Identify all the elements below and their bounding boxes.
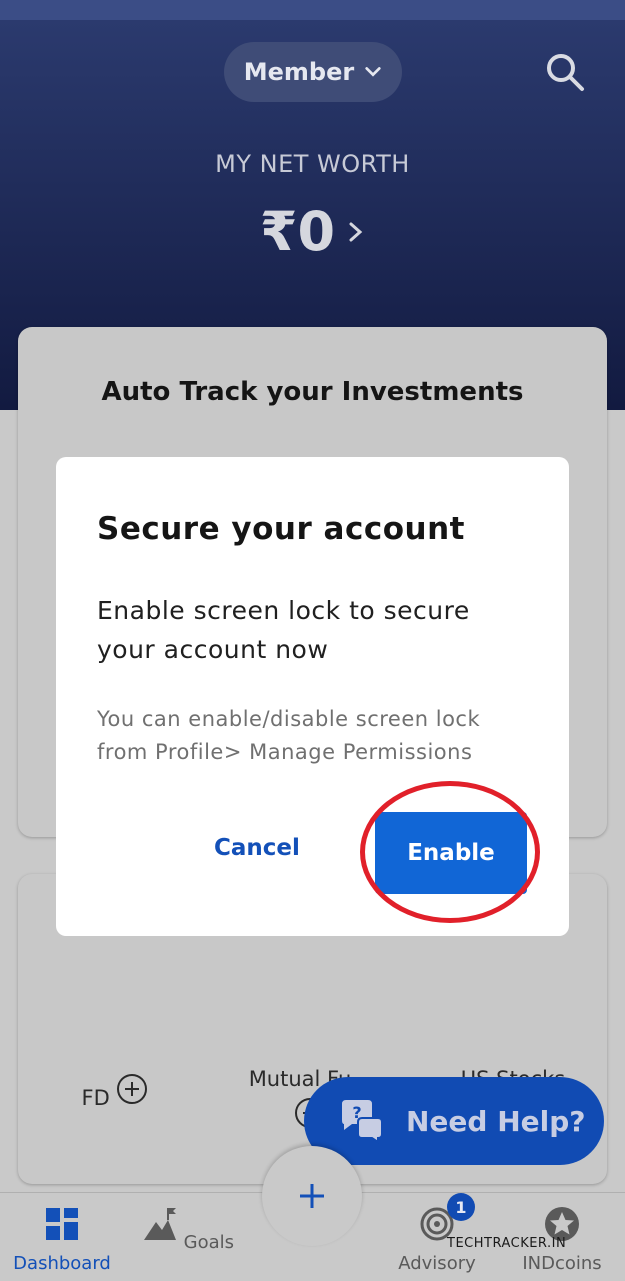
dialog-title: Secure your account <box>97 511 465 547</box>
nav-goals[interactable]: Goals <box>133 1206 243 1253</box>
chevron-right-icon <box>349 222 363 241</box>
advisory-badge: 1 <box>447 1193 475 1221</box>
add-circle-icon <box>117 1074 148 1104</box>
nav-dashboard[interactable]: Dashboard <box>7 1206 117 1274</box>
networth-amount: ₹0 <box>259 200 336 263</box>
nav-label: Goals <box>183 1232 235 1253</box>
networth-value[interactable]: ₹0 <box>0 200 625 263</box>
nav-label: Dashboard <box>13 1253 111 1274</box>
plus-icon <box>300 1184 324 1208</box>
dialog-hint: You can enable/disable screen lock from … <box>97 707 481 764</box>
networth-label: MY NET WORTH <box>215 150 410 178</box>
chevron-down-icon <box>365 67 381 77</box>
status-bar <box>0 0 625 20</box>
member-selector[interactable]: Member <box>224 42 402 102</box>
svg-text:?: ? <box>352 1103 361 1122</box>
member-label: Member <box>243 58 355 86</box>
auto-track-title: Auto Track your Investments <box>101 377 524 407</box>
need-help-label: Need Help? <box>406 1104 586 1138</box>
nav-label: Advisory <box>398 1253 476 1274</box>
nav-label: INDcoins <box>522 1253 602 1274</box>
search-icon[interactable] <box>543 50 587 94</box>
cancel-button[interactable]: Cancel <box>214 835 300 861</box>
help-chat-icon: ? <box>342 1100 383 1144</box>
watermark: TECHTRACKER.IN <box>447 1236 567 1251</box>
need-help-button[interactable]: ? Need Help? <box>304 1077 604 1165</box>
track-item-fd[interactable]: FD <box>80 1067 150 1110</box>
add-button[interactable] <box>262 1146 362 1246</box>
goals-icon <box>143 1208 176 1240</box>
highlight-circle <box>360 781 540 923</box>
dialog-message: Enable screen lock to secure your accoun… <box>97 596 470 664</box>
track-item-label: FD <box>81 1086 110 1110</box>
dashboard-icon <box>46 1208 78 1240</box>
